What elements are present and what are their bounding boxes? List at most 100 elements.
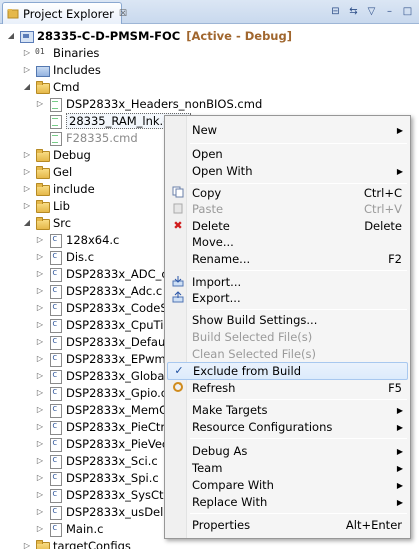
tree-item-128x64-c[interactable]: ▷ 128x64.c bbox=[35, 231, 119, 248]
c-file-icon bbox=[48, 471, 62, 486]
tree-item-dis-c[interactable]: ▷ Dis.c bbox=[35, 248, 94, 265]
menu-item-resource-configurations[interactable]: Resource Configurations ▶ bbox=[167, 418, 408, 436]
collapsed-arrow-icon[interactable]: ▷ bbox=[35, 422, 45, 431]
tree-item-sci-c[interactable]: ▷ DSP2833x_Sci.c bbox=[35, 452, 158, 469]
delete-icon: ✖ bbox=[173, 219, 183, 232]
submenu-arrow-icon: ▶ bbox=[396, 166, 403, 176]
close-icon[interactable]: ☒ bbox=[119, 9, 127, 19]
maximize-icon[interactable]: □ bbox=[400, 4, 415, 19]
tree-item-gel[interactable]: ▷ Gel bbox=[22, 163, 72, 180]
collapsed-arrow-icon[interactable]: ▷ bbox=[35, 235, 45, 244]
tree-item-gpio-c[interactable]: ▷ DSP2833x_Gpio.c bbox=[35, 384, 167, 401]
collapsed-arrow-icon[interactable]: ▷ bbox=[35, 252, 45, 261]
menu-item-label: Properties bbox=[192, 518, 251, 532]
expanded-arrow-icon[interactable]: ◢ bbox=[22, 82, 32, 91]
collapsed-arrow-icon[interactable]: ▷ bbox=[35, 473, 45, 482]
menu-item-properties[interactable]: Properties Alt+Enter bbox=[167, 516, 408, 534]
tree-item-globalva[interactable]: ▷DSP2833x_GlobalVa bbox=[35, 367, 182, 384]
menu-item-paste[interactable]: Paste Ctrl+V bbox=[167, 200, 408, 218]
tab-project-explorer[interactable]: Project Explorer ☒ bbox=[2, 2, 127, 24]
menu-item-open-with[interactable]: Open With ▶ bbox=[167, 162, 408, 180]
tree-item-piectrl-c[interactable]: ▷ DSP2833x_PieCtrl.c bbox=[35, 418, 178, 435]
tree-project-root[interactable]: ◢ 28335-C-D-PMSM-FOC [Active - Debug] bbox=[6, 27, 292, 44]
collapsed-arrow-icon[interactable]: ▷ bbox=[35, 320, 45, 329]
tree-item-cputime[interactable]: ▷DSP2833x_CpuTime bbox=[35, 316, 182, 333]
tree-item-include[interactable]: ▷ include bbox=[22, 180, 95, 197]
tree-item-pievect[interactable]: ▷ DSP2833x_PieVect. bbox=[35, 435, 176, 452]
collapsed-arrow-icon[interactable]: ▷ bbox=[35, 507, 45, 516]
tree-item-adc-cal[interactable]: ▷DSP2833x_ADC_cal. bbox=[35, 265, 182, 282]
collapsed-arrow-icon[interactable]: ▷ bbox=[22, 167, 32, 176]
collapsed-arrow-icon[interactable]: ▷ bbox=[35, 99, 45, 108]
c-file-icon bbox=[48, 505, 62, 520]
menu-item-open[interactable]: Open bbox=[167, 145, 408, 163]
menu-item-new[interactable]: New ▶ bbox=[167, 121, 408, 139]
menu-item-compare-with[interactable]: Compare With ▶ bbox=[167, 476, 408, 494]
collapsed-arrow-icon[interactable]: ▷ bbox=[35, 354, 45, 363]
collapsed-arrow-icon[interactable]: ▷ bbox=[35, 337, 45, 346]
collapsed-arrow-icon[interactable]: ▷ bbox=[22, 541, 32, 549]
menu-item-move[interactable]: Move... bbox=[167, 233, 408, 251]
collapsed-arrow-icon[interactable]: ▷ bbox=[22, 184, 32, 193]
menu-item-team[interactable]: Team ▶ bbox=[167, 459, 408, 477]
menu-item-clean-selected[interactable]: Clean Selected File(s) bbox=[167, 345, 408, 363]
c-file-icon bbox=[48, 369, 62, 384]
tree-item-headers-cmd[interactable]: ▷ DSP2833x_Headers_nonBIOS.cmd bbox=[35, 95, 262, 112]
collapsed-arrow-icon[interactable]: ▷ bbox=[35, 524, 45, 533]
menu-item-replace-with[interactable]: Replace With ▶ bbox=[167, 493, 408, 511]
expanded-arrow-icon[interactable]: ◢ bbox=[6, 31, 16, 40]
view-menu-icon[interactable]: ▽ bbox=[364, 4, 379, 19]
tree-item-codesta[interactable]: ▷ DSP2833x_CodeSta bbox=[35, 299, 179, 316]
collapsed-arrow-icon[interactable]: ▷ bbox=[22, 201, 32, 210]
tree-item-adc-c[interactable]: ▷ DSP2833x_Adc.c bbox=[35, 282, 162, 299]
collapsed-arrow-icon[interactable]: ▷ bbox=[35, 405, 45, 414]
project-active-tag: [Active - Debug] bbox=[186, 28, 292, 43]
collapsed-arrow-icon[interactable]: ▷ bbox=[35, 490, 45, 499]
tree-item-label: DSP2833x_Spi.c bbox=[66, 470, 159, 485]
collapsed-arrow-icon[interactable]: ▷ bbox=[35, 388, 45, 397]
tree-item-label: DSP2833x_Sci.c bbox=[66, 453, 158, 468]
menu-item-exclude-from-build[interactable]: ✓ Exclude from Build bbox=[167, 362, 408, 380]
c-file-icon bbox=[48, 301, 62, 316]
collapse-all-icon[interactable]: ⊟ bbox=[328, 4, 343, 19]
tree-item-binaries[interactable]: ▷ Binaries bbox=[22, 44, 100, 61]
tree-item-cmd[interactable]: ◢ Cmd bbox=[22, 78, 80, 95]
collapsed-arrow-icon[interactable]: ▷ bbox=[35, 439, 45, 448]
minimize-icon[interactable]: – bbox=[382, 4, 397, 19]
collapsed-arrow-icon[interactable]: ▷ bbox=[22, 150, 32, 159]
menu-separator bbox=[190, 399, 407, 400]
menu-item-debug-as[interactable]: Debug As ▶ bbox=[167, 442, 408, 460]
expanded-arrow-icon[interactable]: ◢ bbox=[22, 218, 32, 227]
tree-item-lib[interactable]: ▷ Lib bbox=[22, 197, 70, 214]
collapsed-arrow-icon[interactable]: ▷ bbox=[22, 65, 32, 74]
link-with-editor-icon[interactable]: ⇆ bbox=[346, 4, 361, 19]
menu-item-refresh[interactable]: Refresh F5 bbox=[167, 379, 408, 397]
tree-item-defaultis[interactable]: ▷DSP2833x_DefaultIs bbox=[35, 333, 182, 350]
menu-item-build-selected[interactable]: Build Selected File(s) bbox=[167, 328, 408, 346]
collapsed-arrow-icon[interactable]: ▷ bbox=[35, 371, 45, 380]
collapsed-arrow-icon[interactable]: ▷ bbox=[22, 48, 32, 57]
menu-item-make-targets[interactable]: Make Targets ▶ bbox=[167, 401, 408, 419]
menu-separator bbox=[190, 143, 407, 144]
tree-item-includes[interactable]: ▷ Includes bbox=[22, 61, 101, 78]
tree-item-f28335-cmd[interactable]: F28335.cmd bbox=[48, 129, 138, 146]
collapsed-arrow-icon[interactable]: ▷ bbox=[35, 456, 45, 465]
tree-item-src[interactable]: ◢ Src bbox=[22, 214, 71, 231]
tree-item-epwm-c[interactable]: ▷ DSP2833x_EPwm.c bbox=[35, 350, 176, 367]
tree-item-debug[interactable]: ▷ Debug bbox=[22, 146, 91, 163]
tree-item-spi-c[interactable]: ▷ DSP2833x_Spi.c bbox=[35, 469, 159, 486]
tree-item-targetconfigs[interactable]: ▷ targetConfigs bbox=[22, 537, 131, 549]
menu-item-rename[interactable]: Rename... F2 bbox=[167, 250, 408, 268]
collapsed-arrow-icon[interactable]: ▷ bbox=[35, 303, 45, 312]
tree-item-sysctrl-c[interactable]: ▷DSP2833x_SysCtrl.c bbox=[35, 486, 181, 503]
tree-item-label: targetConfigs bbox=[53, 538, 131, 549]
tree-item-usdelay[interactable]: ▷ DSP2833x_usDelay. bbox=[35, 503, 179, 520]
tree-item-main-c[interactable]: ▷ Main.c bbox=[35, 520, 103, 537]
tree-item-memcop[interactable]: ▷DSP2833x_MemCop bbox=[35, 401, 181, 418]
tree-item-label: DSP2833x_Gpio.c bbox=[66, 385, 168, 400]
collapsed-arrow-icon[interactable]: ▷ bbox=[35, 269, 45, 278]
menu-item-show-build-settings[interactable]: Show Build Settings... bbox=[167, 311, 408, 329]
tree-item-label: 128x64.c bbox=[66, 232, 120, 247]
collapsed-arrow-icon[interactable]: ▷ bbox=[35, 286, 45, 295]
menu-item-export[interactable]: Export... bbox=[167, 289, 408, 307]
